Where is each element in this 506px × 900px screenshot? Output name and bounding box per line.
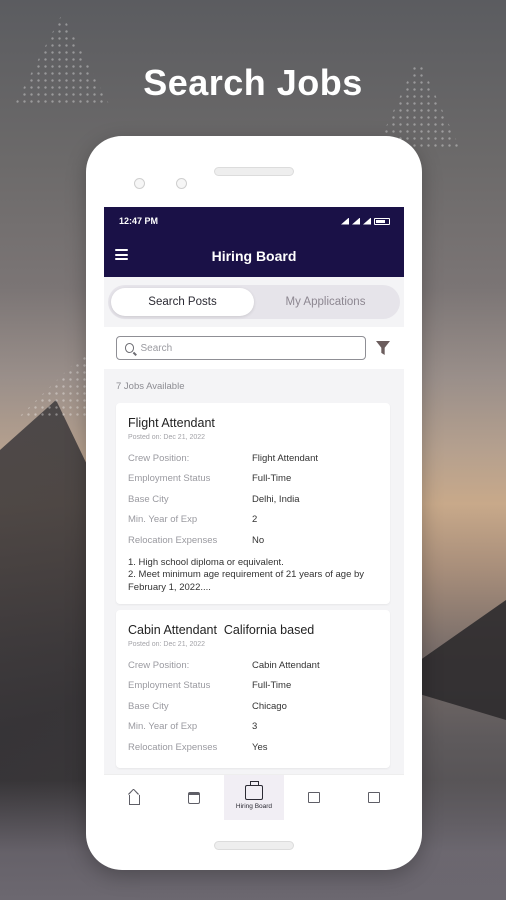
filter-icon[interactable] [376, 341, 390, 355]
job-field-row: Min. Year of Exp 2 [128, 510, 378, 531]
camera-icon [134, 178, 145, 189]
job-field-row: Employment Status Full-Time [128, 469, 378, 490]
job-field-row: Min. Year of Exp 3 [128, 717, 378, 738]
job-title: Flight Attendant [128, 416, 215, 430]
field-value: Delhi, India [252, 493, 300, 505]
hamburger-menu-icon[interactable] [115, 249, 128, 260]
title-bar: Hiring Board [104, 235, 404, 277]
calendar-icon [188, 791, 200, 804]
field-label: Min. Year of Exp [128, 721, 198, 733]
field-label: Employment Status [128, 680, 211, 692]
nav-messages[interactable] [284, 775, 344, 820]
field-label: Relocation Expenses [128, 741, 218, 753]
nav-home[interactable] [104, 775, 164, 820]
status-time: 12:47 PM [119, 216, 159, 226]
app-bar: 12:47 PM Hiring Board [104, 207, 404, 277]
wifi-signal-icon [341, 217, 349, 225]
cell-signal-icon [363, 217, 371, 225]
field-value: Cabin Attendant [252, 659, 320, 671]
posted-date: Posted on: Dec 21, 2022 [128, 434, 206, 441]
cell-signal-icon [352, 217, 360, 225]
posted-date: Posted on: Dec 21, 2022 [128, 641, 206, 648]
page-title: Hiring Board [211, 248, 297, 264]
field-label: Base City [128, 700, 169, 712]
job-title: Cabin Attendant California based [128, 623, 315, 637]
sensor-icon [176, 178, 187, 189]
field-label: Min. Year of Exp [128, 514, 198, 526]
app-screen: 12:47 PM Hiring Board Search Posts My Ap… [104, 207, 404, 820]
job-field-row: Employment Status Full-Time [128, 676, 378, 697]
search-input[interactable] [140, 342, 357, 354]
tab-search-posts[interactable]: Search Posts [111, 288, 254, 316]
field-label: Relocation Expenses [128, 534, 218, 546]
field-value: Chicago [252, 700, 287, 712]
bottom-nav: Hiring Board [104, 774, 404, 820]
status-icons [341, 217, 390, 225]
job-field-row: Crew Position: Flight Attendant [128, 448, 378, 469]
field-label: Employment Status [128, 473, 211, 485]
battery-icon [374, 217, 390, 225]
job-field-row: Relocation Expenses Yes [128, 737, 378, 758]
search-box[interactable] [116, 336, 366, 360]
status-bar: 12:47 PM [104, 207, 404, 235]
field-value: Full-Time [252, 680, 292, 692]
field-value: Flight Attendant [252, 452, 319, 464]
building-icon [368, 792, 380, 803]
field-value: 3 [252, 721, 258, 733]
nav-label: Hiring Board [235, 803, 273, 810]
job-list: Flight Attendant Posted on: Dec 21, 2022… [104, 403, 404, 768]
field-value: 2 [252, 514, 258, 526]
field-value: Full-Time [252, 473, 292, 485]
job-field-row: Relocation Expenses No [128, 530, 378, 551]
field-value: No [252, 534, 265, 546]
home-icon [128, 794, 140, 805]
nav-calendar[interactable] [164, 775, 224, 820]
tabs-container: Search Posts My Applications [104, 277, 404, 325]
job-field-row: Base City Delhi, India [128, 489, 378, 510]
job-description: 1. High school diploma or equivalent. 2.… [128, 556, 365, 593]
home-indicator [214, 841, 294, 850]
job-field-row: Crew Position: Cabin Attendant [128, 655, 378, 676]
job-card[interactable]: Cabin Attendant California based Posted … [116, 610, 390, 768]
search-icon [125, 343, 135, 353]
job-field-row: Base City Chicago [128, 696, 378, 717]
promo-headline: Search Jobs [143, 62, 363, 103]
briefcase-icon [245, 781, 263, 800]
chat-icon [308, 792, 320, 803]
field-label: Base City [128, 493, 169, 505]
tab-my-applications[interactable]: My Applications [254, 288, 397, 316]
field-label: Crew Position: [128, 452, 190, 464]
decorative-dot-pattern [18, 348, 90, 418]
segmented-tabs: Search Posts My Applications [108, 285, 400, 319]
speaker-grille [214, 167, 294, 176]
job-card[interactable]: Flight Attendant Posted on: Dec 21, 2022… [116, 403, 390, 604]
nav-company[interactable] [344, 775, 404, 820]
jobs-count: 7 Jobs Available [104, 369, 404, 403]
nav-hiring-board[interactable]: Hiring Board [224, 775, 284, 820]
phone-frame: 12:47 PM Hiring Board Search Posts My Ap… [86, 136, 422, 870]
field-label: Crew Position: [128, 659, 190, 671]
search-row [104, 327, 404, 369]
field-value: Yes [252, 741, 268, 753]
